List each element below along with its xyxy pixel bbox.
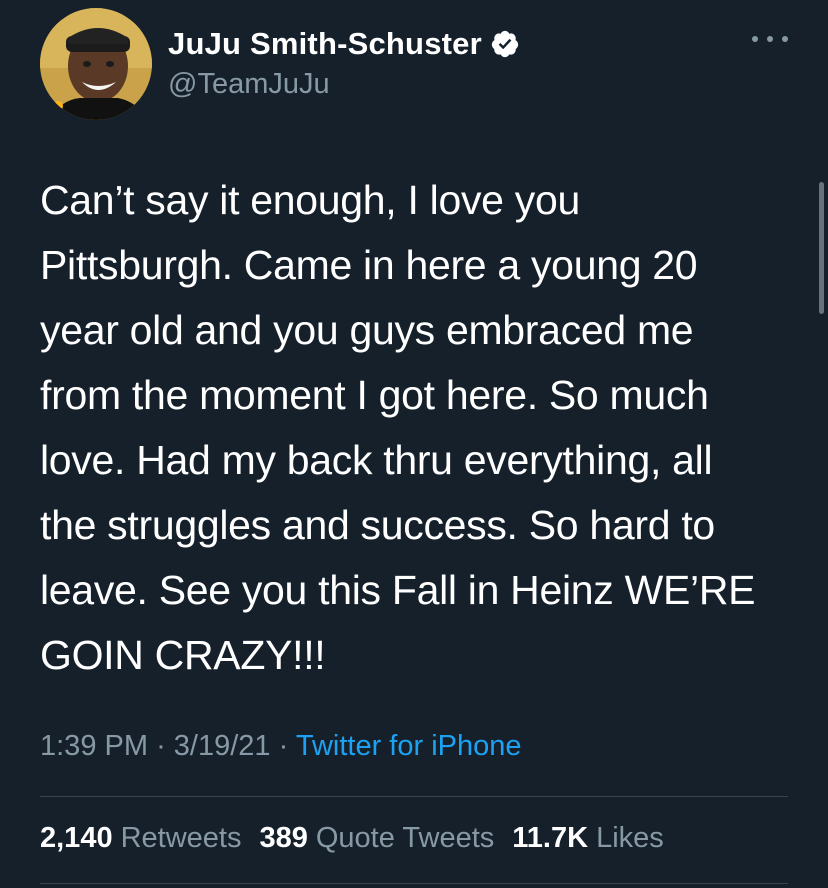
divider: [40, 796, 788, 797]
tweet-text: Can’t say it enough, I love you Pittsbur…: [40, 177, 756, 678]
tweet-date[interactable]: 3/19/21: [174, 730, 271, 762]
tweet-meta: 1:39 PM · 3/19/21 · Twitter for iPhone: [40, 730, 522, 763]
tweet-source-link[interactable]: Twitter for iPhone: [296, 730, 522, 762]
quote-tweets-count: 389: [259, 822, 308, 854]
likes-label: Likes: [596, 822, 664, 854]
scrollbar-thumb[interactable]: [819, 182, 824, 314]
author-name-row[interactable]: JuJu Smith-Schuster: [168, 26, 520, 62]
likes-stat[interactable]: 11.7K Likes: [512, 822, 664, 855]
author-display-name[interactable]: JuJu Smith-Schuster: [168, 26, 482, 62]
more-dot: [782, 36, 788, 42]
meta-separator: ·: [278, 730, 289, 762]
tweet-time[interactable]: 1:39 PM: [40, 730, 148, 762]
more-options-icon[interactable]: [752, 24, 788, 54]
profile-photo-icon: [40, 8, 152, 120]
verified-badge-icon: [490, 29, 520, 59]
likes-count: 11.7K: [512, 822, 589, 854]
more-dot: [767, 36, 773, 42]
divider: [40, 883, 788, 884]
author-handle[interactable]: @TeamJuJu: [168, 68, 330, 101]
author-avatar[interactable]: [40, 8, 152, 120]
engagement-stats: 2,140 Retweets 389 Quote Tweets 11.7K Likes: [40, 822, 664, 855]
meta-separator: ·: [156, 730, 166, 762]
retweets-label: Retweets: [120, 822, 242, 854]
retweets-count: 2,140: [40, 822, 113, 854]
quote-tweets-stat[interactable]: 389 Quote Tweets: [259, 822, 494, 855]
quote-tweets-label: Quote Tweets: [315, 822, 495, 854]
more-dot: [752, 36, 758, 42]
retweets-stat[interactable]: 2,140 Retweets: [40, 822, 241, 855]
